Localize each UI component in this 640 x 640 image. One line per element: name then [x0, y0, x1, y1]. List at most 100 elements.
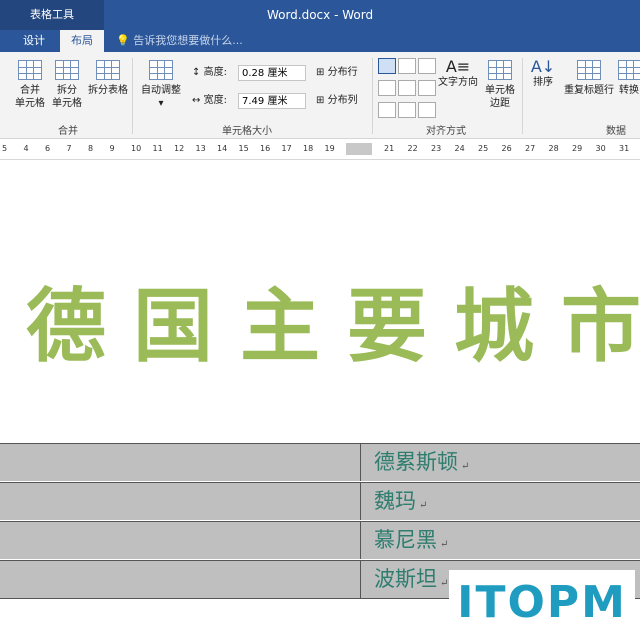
align-top-center-button[interactable] [398, 58, 416, 74]
distribute-columns-button[interactable]: ⊞ 分布列 [316, 94, 358, 107]
autofit-label: 自动调整 [141, 85, 181, 96]
paragraph-mark: ↵ [440, 578, 449, 589]
paragraph-mark: ↵ [440, 539, 449, 550]
ruler-tick-label: 19 [324, 144, 335, 153]
align-middle-center-button[interactable] [398, 80, 416, 96]
table-row[interactable]: 德累斯顿 ↵ [0, 443, 640, 481]
ruler-tick-label: 9 [109, 144, 115, 153]
ruler-tick-label: 21 [384, 144, 395, 153]
tell-me-box[interactable]: 💡 告诉我您想要做什么... [116, 30, 243, 52]
ruler-tick-label: 7 [66, 144, 72, 153]
merge-cells-label: 合并 单元格 [15, 85, 45, 109]
ruler-tick-label: 17 [281, 144, 292, 153]
split-table-icon [96, 60, 120, 80]
repeat-header-rows-button[interactable]: 重复标题行 [562, 60, 616, 97]
cell-text: 魏玛 [374, 489, 416, 513]
table-cell-empty[interactable] [0, 522, 361, 559]
distribute-columns-icon: ⊞ [316, 95, 325, 106]
align-middle-right-button[interactable] [418, 80, 436, 96]
tab-design[interactable]: 设计 [12, 30, 56, 52]
cell-text: 德累斯顿 [374, 450, 458, 474]
distribute-rows-button[interactable]: ⊞ 分布行 [316, 66, 358, 79]
autofit-button[interactable]: 自动调整 ▾ [136, 60, 186, 110]
alignment-grid [378, 58, 436, 118]
cell-text: 波斯坦 [374, 567, 437, 591]
height-label-text: 高度: [203, 67, 227, 78]
convert-button[interactable]: 转换 [618, 60, 640, 97]
align-middle-left-button[interactable] [378, 80, 396, 96]
title-bar: Word.docx - Word 表格工具 [0, 0, 640, 30]
distribute-columns-label: 分布列 [327, 95, 358, 106]
distribute-rows-icon: ⊞ [316, 67, 325, 78]
alignment-group-label: 对齐方式 [426, 126, 466, 137]
repeat-header-icon [577, 60, 601, 80]
chevron-down-icon: ▾ [158, 98, 164, 109]
repeat-header-label: 重复标题行 [564, 85, 614, 96]
ruler-tick-label: 13 [195, 144, 206, 153]
align-bottom-right-button[interactable] [418, 102, 436, 118]
watermark-logo: ITOPM [449, 570, 635, 636]
height-label: ↕ 高度: [192, 66, 227, 79]
table-cell[interactable]: 波斯坦 ↵ [374, 561, 448, 598]
ruler-tick-label: 10 [131, 144, 142, 153]
document-heading: 德国主要城市 [26, 280, 640, 373]
align-top-left-button[interactable] [378, 58, 396, 74]
ruler-tick-label: 16 [260, 144, 271, 153]
table-cell-empty[interactable] [0, 483, 361, 520]
ruler-tick-label: 5 [2, 144, 8, 153]
watermark-text: ITOPM [457, 577, 627, 628]
split-table-button[interactable]: 拆分表格 [86, 60, 130, 97]
cell-margins-button[interactable]: 单元格 边距 [482, 60, 518, 110]
tab-layout[interactable]: 布局 [60, 30, 104, 52]
table-cell-empty[interactable] [0, 561, 361, 598]
ruler-tick-label: 27 [525, 144, 536, 153]
ruler-tick-label: 8 [88, 144, 94, 153]
table-cell-empty[interactable] [0, 444, 361, 481]
ribbon: 合并 单元格 拆分 单元格 拆分表格 合并 自动调整 ▾ ↕ 高度: 0.28 … [0, 52, 640, 139]
align-bottom-left-button[interactable] [378, 102, 396, 118]
ruler-tick-label: 24 [454, 144, 465, 153]
split-cells-label: 拆分 单元格 [52, 85, 82, 109]
merge-group-label: 合并 [58, 126, 78, 137]
table-row[interactable]: 慕尼黑 ↵ [0, 521, 640, 559]
group-separator [372, 58, 373, 134]
table-tools-context-tab: 表格工具 [0, 0, 104, 30]
split-cells-button[interactable]: 拆分 单元格 [50, 60, 84, 110]
sort-button[interactable]: A↓ 排序 [528, 59, 558, 89]
ruler-tick-label: 29 [572, 144, 583, 153]
ruler-tick-label: 15 [238, 144, 249, 153]
cell-margins-icon [488, 60, 512, 80]
text-direction-button[interactable]: A≡ 文字方向 [436, 57, 480, 89]
merge-cells-button[interactable]: 合并 单元格 [12, 60, 48, 110]
ruler-tick-label: 18 [303, 144, 314, 153]
cell-margins-label: 单元格 边距 [485, 85, 515, 109]
cell-text: 慕尼黑 [374, 528, 437, 552]
ruler-column-marker[interactable] [346, 143, 372, 155]
ruler-tick-label: 14 [217, 144, 228, 153]
convert-icon [618, 60, 640, 80]
column-width-icon: ↔ [192, 95, 201, 106]
ruler-tick-label: 22 [407, 144, 418, 153]
table-row[interactable]: 魏玛 ↵ [0, 482, 640, 520]
ruler-tick-label: 26 [501, 144, 512, 153]
height-input[interactable]: 0.28 厘米 [238, 65, 306, 81]
merge-cells-icon [18, 60, 42, 80]
text-direction-label: 文字方向 [438, 77, 478, 88]
ruler-tick-label: 28 [548, 144, 559, 153]
ruler-tick-label: 25 [478, 144, 489, 153]
horizontal-ruler[interactable]: 5 4 6 7 8 9 10 11 12 13 14 15 16 17 18 19 21 22 23 24 25 26 2… [0, 139, 640, 160]
table-cell[interactable]: 慕尼黑 ↵ [374, 522, 448, 559]
tell-me-text: 告诉我您想要做什么... [133, 34, 243, 47]
lightbulb-icon: 💡 [116, 34, 130, 47]
align-bottom-center-button[interactable] [398, 102, 416, 118]
ruler-tick-label: 4 [23, 144, 29, 153]
align-top-right-button[interactable] [418, 58, 436, 74]
width-label-text: 宽度: [203, 95, 227, 106]
ruler-tick-label: 12 [174, 144, 185, 153]
split-table-label: 拆分表格 [88, 85, 128, 96]
distribute-rows-label: 分布行 [327, 67, 358, 78]
table-cell[interactable]: 魏玛 ↵ [374, 483, 427, 520]
text-direction-icon: A≡ [445, 57, 471, 76]
width-input[interactable]: 7.49 厘米 [238, 93, 306, 109]
table-cell[interactable]: 德累斯顿 ↵ [374, 444, 469, 481]
